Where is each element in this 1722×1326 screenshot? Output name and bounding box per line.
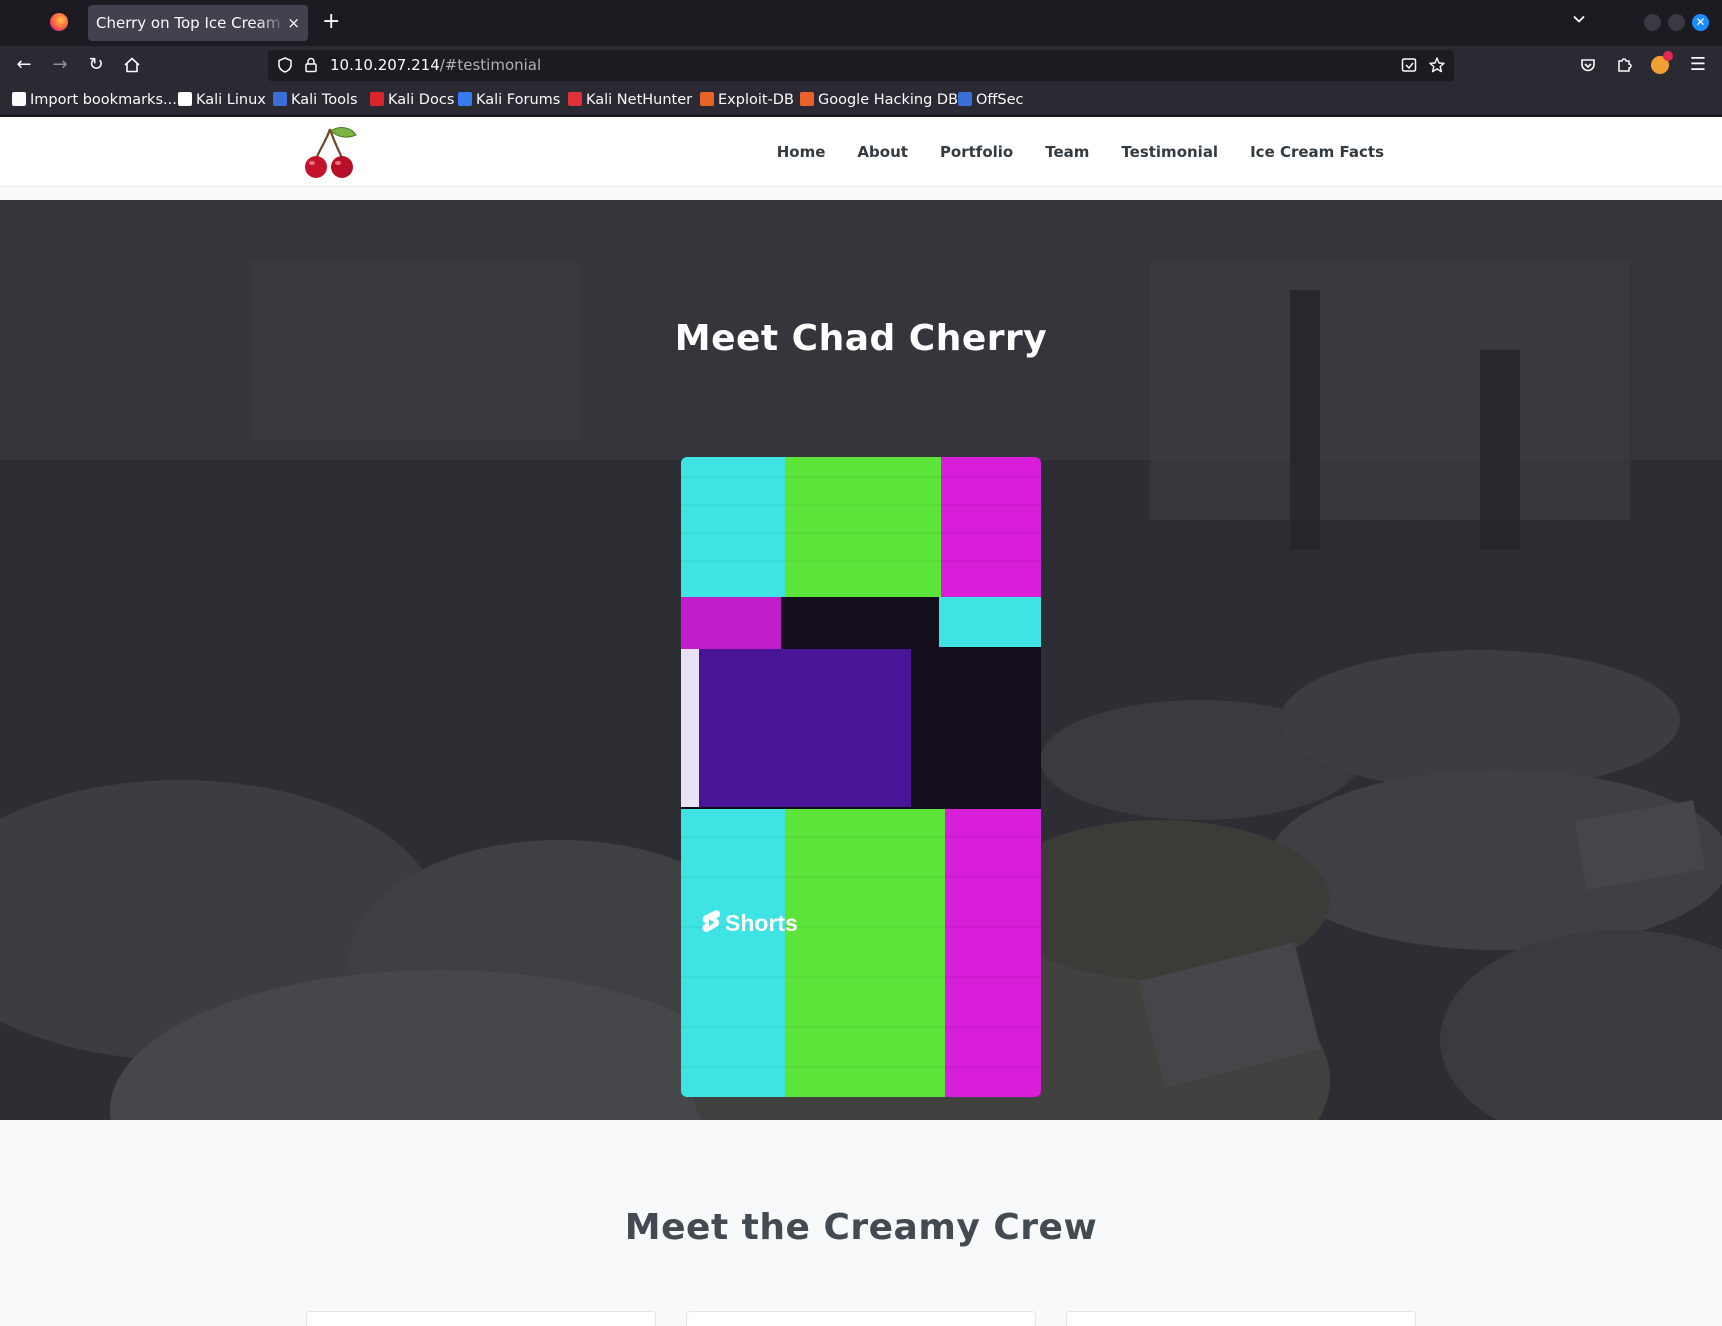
crew-card	[306, 1311, 656, 1326]
youtube-shorts-icon	[702, 910, 721, 932]
navigation-toolbar: ← → ↻ 10.10.207.214/#testimonial ☰	[0, 46, 1722, 84]
home-icon[interactable]	[122, 55, 142, 75]
nethunter-icon	[568, 92, 582, 106]
minimize-window-button[interactable]	[1644, 14, 1661, 31]
url-bar[interactable]: 10.10.207.214/#testimonial	[268, 50, 1454, 81]
back-arrow-icon[interactable]: ←	[14, 55, 34, 75]
kali-forums-icon	[458, 92, 472, 106]
firefox-logo-icon[interactable]	[50, 13, 68, 31]
kali-dragon-icon	[178, 92, 192, 106]
ghdb-icon	[800, 92, 814, 106]
bookmark-ghdb[interactable]: Google Hacking DB	[800, 84, 958, 116]
hamburger-menu-icon[interactable]: ☰	[1688, 55, 1708, 75]
bookmark-kali-dragon[interactable]: Kali Linux	[178, 84, 266, 116]
bookmark-label: Kali Docs	[388, 92, 455, 108]
bookmark-star-icon[interactable]	[1428, 56, 1446, 74]
bookmarks-toolbar: Import bookmarks... Kali Linux Kali Tools K…	[0, 84, 1722, 116]
maximize-window-button[interactable]	[1668, 14, 1685, 31]
chevron-down-icon[interactable]	[1572, 12, 1586, 26]
extensions-puzzle-icon[interactable]	[1614, 55, 1634, 75]
bookmark-label: Google Hacking DB	[818, 92, 959, 108]
import-icon	[12, 92, 26, 106]
forward-arrow-icon[interactable]: →	[50, 55, 70, 75]
browser-tab-bar: Cherry on Top Ice Cream Shop × + ✕	[0, 0, 1722, 46]
page-viewport: Home About Portfolio Team Testimonial Ice Cre…	[0, 117, 1722, 1326]
nav-link-portfolio[interactable]: Portfolio	[924, 117, 1029, 187]
pocket-icon[interactable]	[1578, 55, 1598, 75]
bookmark-label: Kali Forums	[476, 92, 561, 108]
offsec-icon	[958, 92, 972, 106]
video-frame-glitch-image	[681, 457, 1041, 1097]
bookmark-label: Import bookmarks...	[30, 92, 177, 108]
exploit-db-icon	[700, 92, 714, 106]
url-host: 10.10.207.214	[330, 56, 440, 74]
nav-link-ice-cream-facts[interactable]: Ice Cream Facts	[1234, 117, 1400, 187]
tracking-shield-icon[interactable]	[276, 56, 294, 74]
nav-link-testimonial[interactable]: Testimonial	[1105, 117, 1234, 187]
hero-title: Meet Chad Cherry	[674, 318, 1048, 359]
close-window-button[interactable]: ✕	[1692, 14, 1709, 31]
kali-tools-icon	[273, 92, 287, 106]
url-text[interactable]: 10.10.207.214/#testimonial	[330, 50, 541, 81]
tab-close-icon[interactable]: ×	[287, 5, 300, 41]
bookmark-offsec[interactable]: OffSec	[958, 84, 1024, 116]
account-avatar-icon[interactable]	[1650, 51, 1673, 75]
nav-link-home[interactable]: Home	[761, 117, 842, 187]
bookmark-label: Exploit-DB	[718, 92, 794, 108]
testimonial-hero: Meet Chad Cherry Shorts	[0, 200, 1722, 1120]
kali-docs-icon	[370, 92, 384, 106]
page-info-lock-icon[interactable]	[302, 56, 320, 74]
reload-icon[interactable]: ↻	[86, 55, 106, 75]
youtube-short-embed[interactable]: Shorts	[681, 457, 1041, 1097]
site-nav: Home About Portfolio Team Testimonial Ice Cre…	[761, 117, 1400, 187]
bookmark-label: Kali NetHunter	[586, 92, 693, 108]
url-path: /#testimonial	[439, 56, 542, 74]
bookmark-exploit-db[interactable]: Exploit-DB	[700, 84, 794, 116]
crew-card	[1066, 1311, 1416, 1326]
bookmark-kali-tools[interactable]: Kali Tools	[273, 84, 358, 116]
bookmark-label: Kali Linux	[196, 92, 266, 108]
bookmark-label: OffSec	[976, 92, 1024, 108]
bookmark-nethunter[interactable]: Kali NetHunter	[568, 84, 692, 116]
bookmark-kali-docs[interactable]: Kali Docs	[370, 84, 454, 116]
bookmark-label: Kali Tools	[291, 92, 358, 108]
tab-title: Cherry on Top Ice Cream Shop	[96, 14, 286, 32]
bookmark-import[interactable]: Import bookmarks...	[12, 84, 177, 116]
cherry-logo-icon[interactable]	[303, 125, 359, 179]
shorts-badge: Shorts	[701, 909, 798, 937]
nav-link-team[interactable]: Team	[1029, 117, 1105, 187]
nav-link-about[interactable]: About	[841, 117, 924, 187]
crew-section-title: Meet the Creamy Crew	[624, 1207, 1098, 1248]
shorts-label: Shorts	[725, 909, 798, 936]
new-tab-button[interactable]: +	[322, 10, 340, 34]
crew-card	[686, 1311, 1036, 1326]
active-tab[interactable]: Cherry on Top Ice Cream Shop ×	[88, 5, 308, 41]
site-header: Home About Portfolio Team Testimonial Ice Cre…	[0, 117, 1722, 187]
reader-view-icon[interactable]	[1400, 56, 1418, 74]
bookmark-kali-forums[interactable]: Kali Forums	[458, 84, 560, 116]
